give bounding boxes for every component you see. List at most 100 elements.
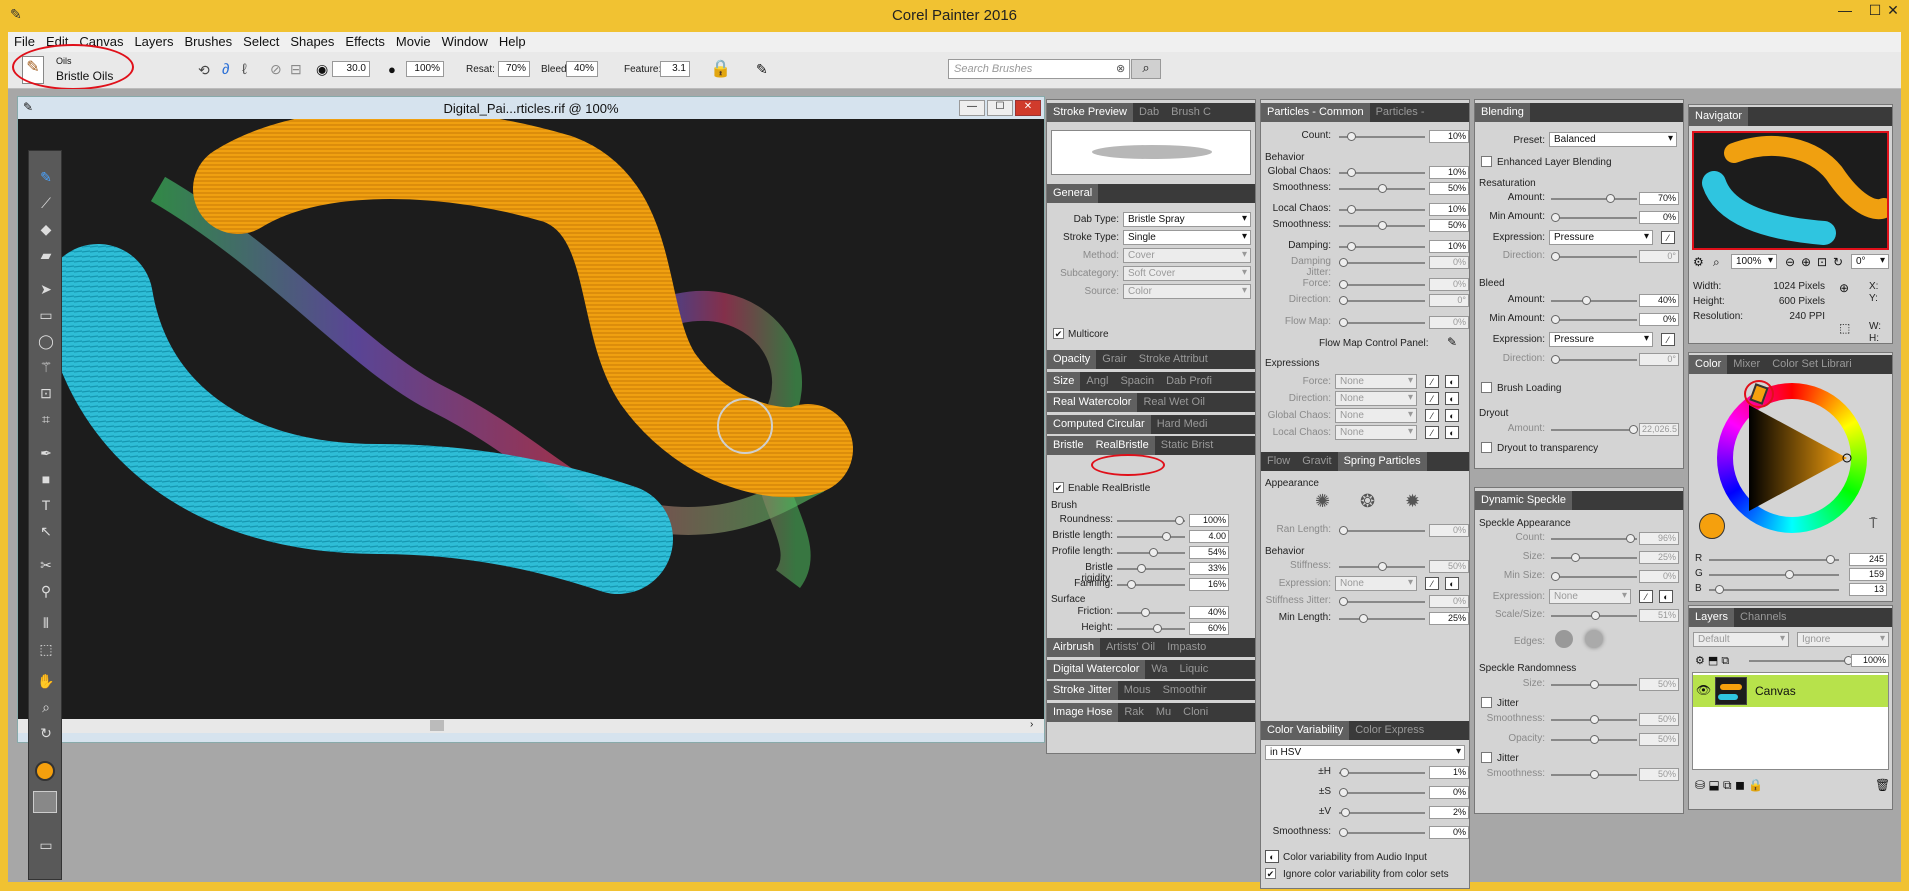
spring-shape-icon-0[interactable]: ✺ [1315, 491, 1330, 512]
cloner-icon[interactable]: ✂ [35, 555, 57, 575]
spring-stiffness-jitter-stiffness-jitter-value[interactable]: 0% [1429, 595, 1469, 608]
surface-friction-knob[interactable] [1141, 608, 1150, 617]
tab-opacity[interactable]: Opacity [1047, 350, 1097, 369]
menu-layers[interactable]: Layers [128, 32, 178, 49]
layer-opacity-field[interactable]: 100% [1851, 654, 1889, 667]
brush-bristle-rigidity-knob[interactable] [1137, 564, 1146, 573]
reset-tool-icon[interactable]: ⟲ [198, 62, 210, 79]
search-brushes-input[interactable]: Search Brushes [948, 59, 1130, 79]
expr-edit-icon[interactable]: ⁄ [1425, 375, 1439, 388]
mirror-icon[interactable]: ⫴ [35, 613, 57, 633]
magnifier-icon[interactable]: ⌕ [35, 697, 57, 717]
ran-length-ran-length-knob[interactable] [1339, 526, 1348, 535]
rgb-b-value[interactable]: 13 [1849, 583, 1887, 596]
cv-1-s-knob[interactable] [1339, 788, 1348, 797]
rect-selection-icon[interactable]: ▭ [35, 305, 57, 325]
dryout-amount-amount-knob[interactable] [1629, 425, 1638, 434]
tab-dynamic-speckle[interactable]: Dynamic Speckle [1475, 491, 1572, 510]
speckle-0-count-knob[interactable] [1626, 534, 1635, 543]
horizontal-scrollbar[interactable]: › [18, 719, 1044, 733]
tab-image-hose[interactable]: Image Hose [1047, 702, 1119, 722]
edge-hard-icon[interactable] [1555, 630, 1573, 648]
resat-expr-icon[interactable]: ⁄ [1661, 231, 1675, 244]
particles-behavior-5-damping-jitter-slider[interactable] [1339, 262, 1425, 264]
rand-smooth-2-smoothness-knob[interactable] [1590, 770, 1599, 779]
zoom-out-icon[interactable]: ⊖ [1785, 255, 1795, 269]
rotate-icon[interactable]: ↻ [1833, 255, 1843, 269]
minimize-button[interactable]: — [1830, 2, 1860, 24]
dryout-transparency-checkbox[interactable] [1481, 442, 1492, 453]
expr-edit-icon[interactable]: ⁄ [1425, 409, 1439, 422]
expr-local-chaos-select[interactable]: None [1335, 425, 1417, 440]
general-header[interactable]: General [1047, 184, 1255, 203]
tab-bristle[interactable]: Bristle [1047, 436, 1090, 455]
rgb-g-slider[interactable] [1709, 574, 1839, 576]
tab-mous[interactable]: Mous [1118, 681, 1157, 700]
search-icon[interactable]: ⌕ [1131, 59, 1161, 79]
particles-behavior-8-flow-map-value[interactable]: 0% [1429, 316, 1469, 329]
particles-behavior-7-direction-slider[interactable] [1339, 300, 1425, 302]
main-color-swatch[interactable] [35, 761, 55, 781]
rgb-g-value[interactable]: 159 [1849, 568, 1887, 581]
enhanced-layer-blending-checkbox[interactable] [1481, 156, 1492, 167]
general-method-select[interactable]: Cover [1123, 248, 1251, 263]
tab-artists-oil[interactable]: Artists' Oil [1100, 638, 1161, 657]
navigator-angle-field[interactable]: 0° [1851, 254, 1889, 269]
lasso-icon[interactable]: ◯ [35, 331, 57, 351]
tab-particles-other[interactable]: Particles - [1370, 103, 1431, 122]
rgb-r-value[interactable]: 245 [1849, 553, 1887, 566]
preset-select[interactable]: Balanced [1549, 132, 1677, 147]
expr-force-select[interactable]: None [1335, 374, 1417, 389]
lock-icon[interactable]: 🔒 [710, 59, 731, 79]
rand-opacity-opacity-knob[interactable] [1590, 735, 1599, 744]
resat-expression-select[interactable]: Pressure [1549, 230, 1653, 245]
rubber-stamp-icon[interactable]: ⚲ [35, 581, 57, 601]
paint-bucket-icon[interactable]: ◆ [35, 219, 57, 239]
brush-options-icon[interactable]: ✎ [756, 61, 768, 78]
rgb-b-slider[interactable] [1709, 589, 1839, 591]
particles-behavior-3-smoothness-knob[interactable] [1378, 221, 1387, 230]
surface-height-value[interactable]: 60% [1189, 622, 1229, 635]
cv-0-h-slider[interactable] [1339, 772, 1425, 774]
menu-shapes[interactable]: Shapes [284, 32, 339, 49]
rgb-r-knob[interactable] [1826, 555, 1835, 564]
cv-2-v-knob[interactable] [1341, 808, 1350, 817]
resat-1-min-amount-value[interactable]: 0% [1639, 211, 1679, 224]
eraser-tool-icon[interactable]: ▰ [35, 245, 57, 265]
bleed-0-amount-slider[interactable] [1551, 300, 1637, 302]
brush-profile-length-value[interactable]: 54% [1189, 546, 1229, 559]
general-source-select[interactable]: Color [1123, 284, 1251, 299]
size-field[interactable]: 30.0 [332, 61, 370, 77]
zoom-fit-icon[interactable]: ⊡ [1817, 255, 1827, 269]
speckle-2-min-size-knob[interactable] [1551, 572, 1560, 581]
tab-cloni[interactable]: Cloni [1177, 703, 1214, 722]
speckle-scale-size-scale-size-value[interactable]: 51% [1639, 609, 1679, 622]
tab-impasto[interactable]: Impasto [1161, 638, 1212, 657]
spring-expr-edit-icon[interactable]: ⁄ [1425, 577, 1439, 590]
speckle-1-size-knob[interactable] [1571, 553, 1580, 562]
tab-real-watercolor[interactable]: Real Watercolor [1047, 393, 1138, 412]
brush-fanning-value[interactable]: 16% [1189, 578, 1229, 591]
particles-behavior-6-force-value[interactable]: 0% [1429, 278, 1469, 291]
tab-color-express[interactable]: Color Express [1349, 721, 1430, 740]
expr-edit-icon[interactable]: ⁄ [1425, 426, 1439, 439]
layer-actions-icon[interactable]: ⛁ ⬓ ⧉ ◼ 🔒 [1695, 778, 1763, 793]
brush-roundness-knob[interactable] [1175, 516, 1184, 525]
brush-bristle-rigidity-slider[interactable] [1117, 568, 1185, 570]
cv-3-smoothness-knob[interactable] [1339, 828, 1348, 837]
bleed-direction-direction-knob[interactable] [1551, 355, 1560, 364]
spring-min-length-min-length-slider[interactable] [1339, 618, 1425, 620]
tab-wa[interactable]: Wa [1145, 660, 1173, 679]
cv-2-v-slider[interactable] [1339, 812, 1425, 814]
tab-angl[interactable]: Angl [1080, 372, 1114, 391]
brush-tool-icon[interactable]: ✎ [35, 167, 57, 187]
navigator-thumbnail[interactable] [1692, 131, 1889, 250]
transform-icon[interactable]: ⊡ [35, 383, 57, 403]
speckle-expression-select[interactable]: None [1549, 589, 1631, 604]
particles-behavior-4-damping-knob[interactable] [1347, 242, 1356, 251]
bleed-1-min-amount-slider[interactable] [1551, 319, 1637, 321]
expr-edit-icon[interactable]: ⁄ [1425, 392, 1439, 405]
particles-behavior-2-local-chaos-knob[interactable] [1347, 205, 1356, 214]
tab-airbrush[interactable]: Airbrush [1047, 638, 1100, 657]
speckle-scale-size-scale-size-knob[interactable] [1591, 611, 1600, 620]
